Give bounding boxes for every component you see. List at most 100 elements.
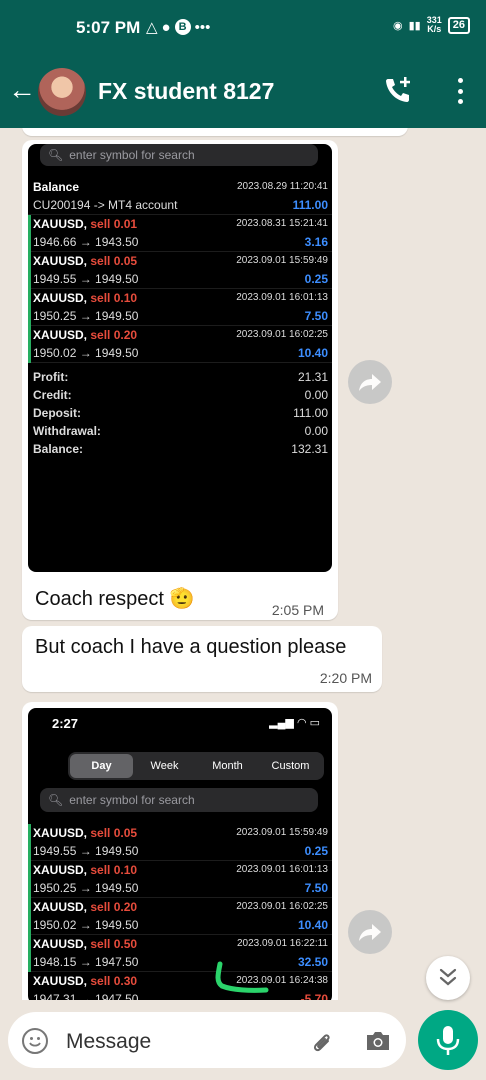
avatar[interactable] [38, 68, 86, 116]
row-date: 2023.09.01 15:59:49 [236, 827, 328, 838]
row-value: 111.00 [292, 198, 328, 212]
image-message-1[interactable]: 🔍︎ enter symbol for search Balance 2023.… [22, 140, 338, 620]
tab-week[interactable]: Week [133, 754, 196, 778]
row-date: 2023.09.01 15:59:49 [236, 255, 328, 266]
trade-row: XAUUSD, sell 0.20 2023.09.01 16:02:25 19… [28, 326, 332, 363]
row-prices: 1950.02 → 1949.50 [33, 346, 139, 360]
row-symbol: XAUUSD, sell 0.05 [33, 254, 138, 268]
trade-history-screenshot-2[interactable]: 2:27 ▂▄▆ ◠ ▭ Day Week Month Custom 🔍︎ en… [28, 708, 332, 1000]
status-right: ◉ ▮▮ 331 K/s 26 [393, 16, 470, 34]
hotspot-icon: ◉ [393, 19, 403, 32]
row-desc: CU200194 -> MT4 account [33, 198, 178, 212]
contact-name[interactable]: FX student 8127 [98, 78, 274, 105]
double-chevron-down-icon [439, 968, 457, 986]
balance-row: Balance 2023.08.29 11:20:41 CU200194 -> … [28, 178, 332, 215]
trade-row: XAUUSD, sell 0.10 2023.09.01 16:01:13 19… [28, 861, 332, 898]
battery-icon: 26 [447, 16, 470, 34]
search-icon: 🔍︎ [48, 148, 64, 162]
row-date: 2023.09.01 16:02:25 [236, 329, 328, 340]
paperclip-icon[interactable] [308, 1028, 336, 1056]
back-arrow-icon[interactable]: ← [8, 76, 36, 104]
add-call-icon[interactable] [382, 74, 414, 106]
more-options-icon[interactable] [456, 78, 464, 104]
mic-button[interactable] [418, 1010, 478, 1070]
message-text: Coach respect 🫡 [35, 588, 195, 610]
tab-day[interactable]: Day [70, 754, 133, 778]
message-input-bar: Message [8, 1012, 406, 1068]
row-date: 2023.09.01 16:01:13 [236, 292, 328, 303]
message-time: 2:20 PM [319, 670, 372, 686]
trade-history-screenshot-1[interactable]: 🔍︎ enter symbol for search Balance 2023.… [28, 144, 332, 572]
row-profit: 3.16 [304, 235, 328, 249]
trade-row: XAUUSD, sell 0.01 2023.08.31 15:21:41 19… [28, 215, 332, 252]
row-prices: 1948.15 → 1947.50 [33, 955, 139, 969]
signal-icon: ▮▮ [408, 19, 421, 32]
image-message-2[interactable]: 2:27 ▂▄▆ ◠ ▭ Day Week Month Custom 🔍︎ en… [22, 702, 338, 1000]
row-prices: 1950.25 → 1949.50 [33, 309, 139, 323]
message-input[interactable]: Message [66, 1030, 151, 1054]
summary-row: Profit: 21.31 [33, 370, 328, 384]
scroll-down-button[interactable] [426, 956, 470, 1000]
trade-row: XAUUSD, sell 0.50 2023.09.01 16:22:11 19… [28, 935, 332, 972]
chat-area: 🔍︎ enter symbol for search Balance 2023.… [0, 128, 486, 1000]
forward-button[interactable] [348, 910, 392, 954]
speed-unit: K/s [427, 24, 442, 34]
forward-icon [359, 924, 381, 941]
row-profit: 7.50 [304, 881, 328, 895]
phone-status-icons: ▂▄▆ ◠ ▭ [269, 717, 320, 729]
phone-time: 2:27 [52, 716, 79, 731]
search-bar: 🔍︎ enter symbol for search [40, 788, 318, 812]
trade-row: XAUUSD, sell 0.10 2023.09.01 16:01:13 19… [28, 289, 332, 326]
b-badge-icon: B [174, 19, 191, 35]
chat-notification-icon: ● [161, 18, 171, 36]
row-symbol: XAUUSD, sell 0.20 [33, 900, 138, 914]
search-placeholder: enter symbol for search [69, 148, 195, 162]
more-notifications-icon: ••• [194, 18, 211, 36]
row-profit: -5.70 [300, 992, 328, 1000]
tab-custom[interactable]: Custom [259, 754, 322, 778]
trade-row: XAUUSD, sell 0.20 2023.09.01 16:02:25 19… [28, 898, 332, 935]
message-text: But coach I have a question please [35, 636, 347, 658]
row-date: 2023.08.31 15:21:41 [236, 218, 328, 229]
summary-row: Credit: 0.00 [33, 388, 328, 402]
balance-label: Balance [33, 180, 80, 194]
trade-row: XAUUSD, sell 0.05 2023.09.01 15:59:49 19… [28, 824, 332, 861]
tab-month[interactable]: Month [196, 754, 259, 778]
trade-row: XAUUSD, sell 0.05 2023.09.01 15:59:49 19… [28, 252, 332, 289]
row-date: 2023.08.29 11:20:41 [236, 181, 328, 192]
microphone-icon [436, 1026, 460, 1055]
network-speed: 331 K/s [427, 16, 442, 34]
row-prices: 1950.02 → 1949.50 [33, 918, 139, 932]
forward-button[interactable] [348, 360, 392, 404]
row-prices: 1949.55 → 1949.50 [33, 272, 139, 286]
forward-icon [359, 374, 381, 391]
row-profit: 0.25 [304, 844, 328, 858]
row-profit: 10.40 [297, 346, 328, 360]
previous-message[interactable] [22, 128, 408, 136]
search-bar: 🔍︎ enter symbol for search [40, 144, 318, 166]
trade-row: XAUUSD, sell 0.30 2023.09.01 16:24:38 19… [28, 972, 332, 1000]
row-date: 2023.09.01 16:01:13 [236, 864, 328, 875]
row-prices: 1946.66 → 1943.50 [33, 235, 139, 249]
handwritten-mark [215, 961, 269, 993]
emoji-icon[interactable] [22, 1028, 48, 1054]
row-date: 2023.09.01 16:02:25 [236, 901, 328, 912]
row-symbol: XAUUSD, sell 0.05 [33, 826, 138, 840]
warning-icon: △ [146, 19, 158, 36]
camera-icon[interactable] [364, 1029, 392, 1053]
row-prices: 1949.55 → 1949.50 [33, 844, 139, 858]
row-symbol: XAUUSD, sell 0.10 [33, 291, 138, 305]
row-profit: 10.40 [297, 918, 328, 932]
search-placeholder: enter symbol for search [69, 793, 195, 807]
row-profit: 0.25 [304, 272, 328, 286]
top-bar: 5:07 PM △ ● B ••• ◉ ▮▮ 331 K/s 26 ← FX s… [0, 0, 486, 128]
row-symbol: XAUUSD, sell 0.01 [33, 217, 138, 231]
row-symbol: XAUUSD, sell 0.10 [33, 863, 138, 877]
row-prices: 1947.31 → 1947.50 [33, 992, 139, 1000]
text-message-2[interactable]: But coach I have a question please 2:20 … [22, 626, 382, 692]
row-symbol: XAUUSD, sell 0.50 [33, 937, 138, 951]
search-icon: 🔍︎ [48, 793, 64, 807]
summary-row: Withdrawal: 0.00 [33, 424, 328, 438]
message-time: 2:05 PM [271, 602, 324, 618]
row-profit: 7.50 [304, 309, 328, 323]
